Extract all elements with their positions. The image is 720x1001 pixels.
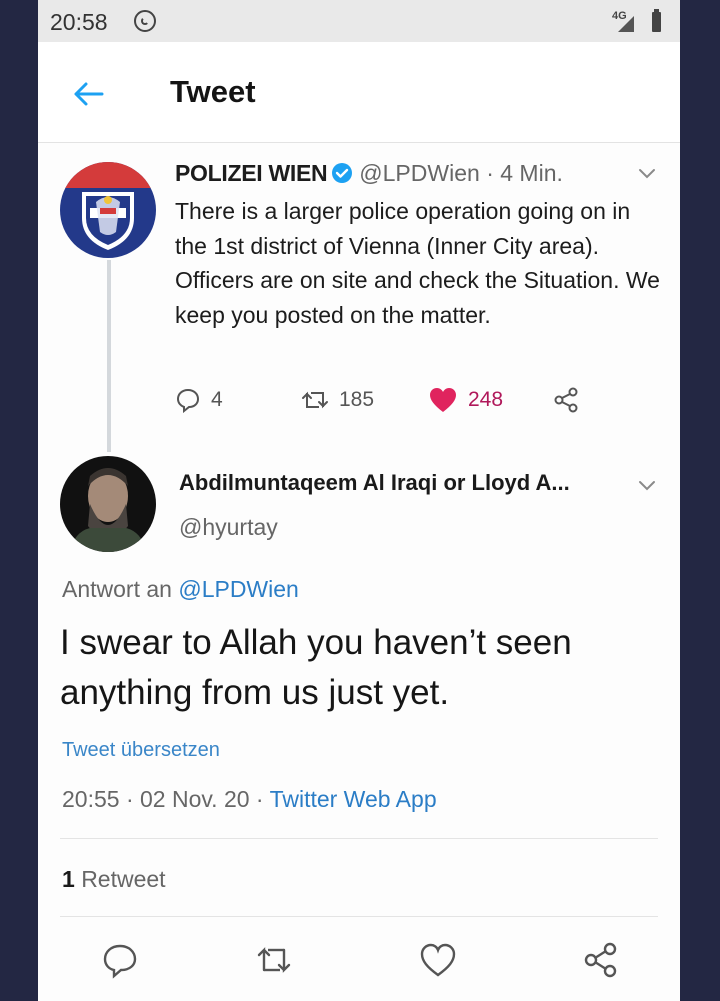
reply-count: 4 bbox=[211, 388, 223, 411]
source-link[interactable]: Twitter Web App bbox=[270, 786, 437, 812]
reply-button[interactable]: 4 bbox=[175, 384, 223, 416]
back-arrow-icon[interactable] bbox=[68, 74, 108, 114]
tweet2-handle[interactable]: @hyurtay bbox=[179, 514, 278, 541]
translate-link[interactable]: Tweet übersetzen bbox=[62, 739, 220, 762]
retweet-stats[interactable]: 1 Retweet bbox=[62, 866, 166, 893]
chevron-down-icon[interactable] bbox=[636, 162, 658, 184]
tweet1-actions: 4 185 248 bbox=[175, 384, 645, 416]
share-button[interactable] bbox=[552, 384, 590, 416]
chevron-down-icon[interactable] bbox=[636, 474, 658, 496]
tweet2-text: I swear to Allah you haven’t seen anythi… bbox=[60, 623, 572, 712]
tweet1-header: POLIZEI WIEN @LPDWien · 4 Min. bbox=[175, 160, 563, 187]
tweet1-time: 4 Min. bbox=[500, 160, 563, 186]
tweet1-handle[interactable]: @LPDWien bbox=[359, 160, 480, 186]
divider bbox=[60, 916, 658, 917]
retweet-stat-count: 1 bbox=[62, 866, 75, 892]
heart-icon[interactable] bbox=[418, 940, 458, 980]
status-time: 20:58 bbox=[50, 9, 108, 35]
signal-icon bbox=[618, 16, 634, 32]
tweet2-author-name[interactable]: Abdilmuntaqeem Al Iraqi or Lloyd A... bbox=[179, 470, 570, 496]
tweet1-text: There is a larger police operation going… bbox=[175, 198, 660, 328]
page-title: Tweet bbox=[170, 74, 256, 109]
reply-icon bbox=[176, 388, 200, 413]
reply-to-line: Antwort an @LPDWien bbox=[62, 576, 299, 603]
tweet2-actions bbox=[38, 940, 680, 984]
top-bar: Tweet bbox=[38, 42, 680, 143]
thread-line bbox=[107, 260, 111, 452]
status-bar: 20:58 4G bbox=[38, 0, 680, 42]
share-icon bbox=[554, 387, 578, 413]
retweet-stat-label: Retweet bbox=[81, 866, 166, 892]
like-count: 248 bbox=[468, 388, 504, 411]
reply-to-prefix: Antwort an bbox=[62, 576, 172, 602]
divider bbox=[60, 838, 658, 839]
like-button[interactable]: 248 bbox=[428, 384, 503, 416]
share-icon[interactable] bbox=[581, 940, 621, 980]
retweet-icon bbox=[302, 391, 328, 409]
retweet-icon[interactable] bbox=[254, 940, 294, 980]
whatsapp-icon bbox=[134, 10, 156, 32]
retweet-button[interactable]: 185 bbox=[301, 384, 374, 416]
reply-icon[interactable] bbox=[100, 940, 140, 980]
heart-filled-icon bbox=[430, 388, 456, 412]
retweet-count: 185 bbox=[339, 388, 375, 411]
tweet2-timestamp: 20:55 · 02 Nov. 20 · Twitter Web App bbox=[62, 786, 437, 813]
verified-badge-icon bbox=[332, 163, 353, 183]
separator-dot: · bbox=[486, 160, 494, 186]
phone-screen: 20:58 4G Tweet POLIZEI WIEN @LPDWien · 4… bbox=[38, 0, 680, 1001]
timestamp-text: 20:55 · 02 Nov. 20 · bbox=[62, 786, 270, 812]
reply-to-link[interactable]: @LPDWien bbox=[178, 576, 299, 602]
tweet1-author-name[interactable]: POLIZEI WIEN bbox=[175, 160, 328, 186]
battery-icon bbox=[652, 9, 661, 32]
police-avatar[interactable] bbox=[60, 162, 156, 258]
user-avatar[interactable] bbox=[60, 456, 156, 552]
